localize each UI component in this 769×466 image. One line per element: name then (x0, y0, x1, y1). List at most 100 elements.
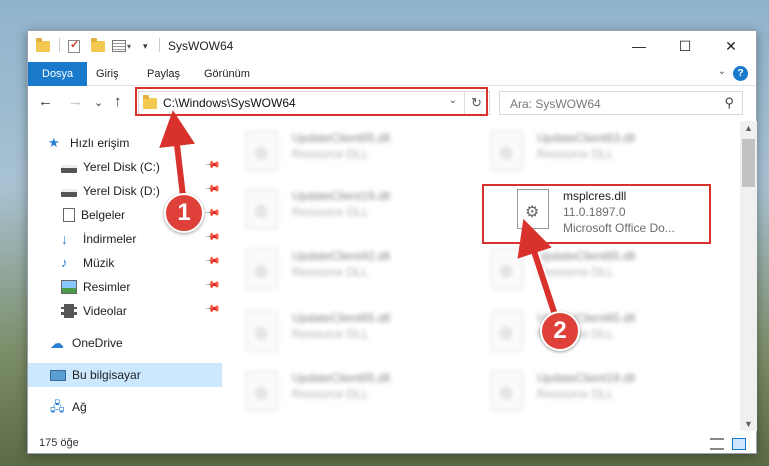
music-icon: ♪ (61, 255, 68, 270)
sidebar-item-label: Yerel Disk (D:) (83, 184, 160, 198)
dll-file-icon (491, 371, 523, 411)
file-name: UpdateClient65.dll (292, 371, 391, 385)
sidebar-item-local-disk-c[interactable]: Yerel Disk (C:) 📌 (28, 155, 222, 179)
sidebar-item-music[interactable]: ♪ Müzik 📌 (28, 251, 222, 275)
computer-icon (50, 369, 66, 381)
vertical-scrollbar[interactable]: ▲ ▼ (740, 121, 757, 431)
file-type: Resource DLL (537, 265, 614, 279)
videos-icon (61, 304, 77, 318)
customize-toolbar-icon[interactable]: ▾ (143, 38, 148, 54)
divider (59, 38, 60, 52)
pin-icon[interactable]: 📌 (204, 301, 221, 318)
maximize-button[interactable]: ☐ (662, 31, 708, 61)
dll-file-icon (491, 131, 523, 171)
pin-icon[interactable]: 📌 (204, 157, 221, 174)
navigation-pane: ★ Hızlı erişim Yerel Disk (C:) 📌 Yerel D… (28, 125, 222, 425)
sidebar-item-label: Hızlı erişim (70, 136, 130, 150)
properties-icon[interactable] (112, 38, 126, 54)
download-icon: ↓ (61, 231, 68, 247)
forward-button[interactable]: → (68, 93, 83, 110)
file-type: Resource DLL (292, 205, 369, 219)
file-list: UpdateClient65.dll Resource DLL UpdateCl… (222, 121, 740, 431)
file-type: Resource DLL (292, 327, 369, 341)
search-box[interactable]: Ara: SysWOW64 ⚲ (499, 91, 743, 115)
file-tile[interactable]: UpdateClient19.dll Resource DLL (487, 365, 707, 417)
file-tile[interactable]: UpdateClient63.dll Resource DLL (487, 125, 707, 177)
file-tile[interactable]: UpdateClient42.dll Resource DLL (242, 243, 462, 295)
file-tile[interactable]: UpdateClient65.dll Resource DLL (242, 365, 462, 417)
drive-icon (61, 164, 77, 173)
scroll-down-icon[interactable]: ▼ (744, 419, 753, 429)
window-title: SysWOW64 (168, 39, 234, 53)
dll-file-icon (491, 311, 523, 351)
sidebar-item-pictures[interactable]: Resimler 📌 (28, 275, 222, 299)
dll-file-icon (246, 311, 278, 351)
sidebar-item-label: Yerel Disk (C:) (83, 160, 160, 174)
back-button[interactable]: ← (38, 93, 53, 110)
sidebar-item-quick-access[interactable]: ★ Hızlı erişim (28, 131, 222, 155)
sidebar-item-label: Belgeler (81, 208, 126, 222)
scroll-up-icon[interactable]: ▲ (744, 123, 753, 133)
file-name: UpdateClient65.dll (292, 311, 391, 325)
file-tile[interactable]: UpdateClient65.dll Resource DLL (242, 305, 462, 357)
properties-check-icon[interactable] (68, 38, 80, 54)
file-tile[interactable]: UpdateClient65.dll Resource DLL (487, 305, 707, 357)
scroll-thumb[interactable] (742, 139, 755, 187)
sidebar-item-videos[interactable]: Videolar 📌 (28, 299, 222, 323)
dll-file-icon (246, 249, 278, 289)
step-1-callout: 1 (164, 193, 204, 233)
expand-ribbon-icon[interactable]: ⌄ (718, 66, 726, 77)
drive-icon (61, 188, 77, 197)
up-button[interactable]: ↑ (114, 93, 122, 110)
tab-view[interactable]: Görünüm (204, 62, 250, 86)
search-input[interactable]: Ara: SysWOW64 (510, 97, 601, 111)
star-icon: ★ (48, 135, 60, 150)
cloud-icon: ☁ (50, 335, 64, 351)
sidebar-item-label: Ağ (72, 400, 87, 414)
sidebar-item-label: Resimler (83, 280, 131, 294)
sidebar-item-label: Bu bilgisayar (72, 368, 141, 382)
file-type: Resource DLL (537, 387, 614, 401)
sidebar-item-onedrive[interactable]: ☁ OneDrive (28, 331, 222, 355)
new-folder-icon[interactable] (91, 37, 105, 54)
pin-icon[interactable]: 📌 (204, 253, 221, 270)
file-name: UpdateClient63.dll (537, 131, 636, 145)
address-highlight-box (135, 87, 488, 116)
file-type: Resource DLL (537, 147, 614, 161)
file-tile[interactable]: UpdateClient19.dll Resource DLL (242, 183, 462, 235)
network-icon: 🖧 (50, 399, 65, 414)
title-bar: ▾ ▾ SysWOW64 — ☐ ✕ (28, 31, 756, 61)
search-icon: ⚲ (724, 95, 734, 110)
pictures-icon (61, 280, 77, 294)
sidebar-item-label: OneDrive (72, 336, 123, 350)
folder-icon (36, 37, 50, 54)
dropdown-icon[interactable]: ▾ (127, 38, 131, 54)
file-name: UpdateClient19.dll (292, 189, 391, 203)
pin-icon[interactable]: 📌 (204, 277, 221, 294)
sidebar-item-network[interactable]: 🖧 Ağ (28, 395, 222, 419)
minimize-button[interactable]: — (616, 31, 662, 61)
tab-file[interactable]: Dosya (28, 62, 88, 86)
file-tile[interactable]: UpdateClient65.dll Resource DLL (242, 125, 462, 177)
tab-home[interactable]: Giriş (96, 62, 119, 86)
close-button[interactable]: ✕ (708, 31, 754, 61)
pin-icon[interactable]: 📌 (204, 229, 221, 246)
divider (159, 38, 160, 52)
file-name: UpdateClient65.dll (292, 131, 391, 145)
pin-icon[interactable]: 📌 (204, 205, 221, 222)
pin-icon[interactable]: 📌 (204, 181, 221, 198)
sidebar-item-this-pc[interactable]: Bu bilgisayar (28, 363, 222, 387)
file-type: Resource DLL (292, 387, 369, 401)
tab-share[interactable]: Paylaş (147, 62, 180, 86)
details-view-icon[interactable] (710, 438, 724, 450)
recent-locations-button[interactable]: ⌄ (94, 96, 103, 109)
help-icon[interactable]: ? (733, 66, 748, 81)
file-tile[interactable]: UpdateClient65.dll Resource DLL (487, 243, 707, 295)
step-2-callout: 2 (540, 311, 580, 351)
item-count: 175 öğe (39, 437, 79, 449)
dll-file-icon (246, 371, 278, 411)
dll-file-icon (246, 189, 278, 229)
ribbon-tabs: Dosya Giriş Paylaş Görünüm ⌄ ? (28, 62, 756, 86)
status-bar: 175 öğe (28, 433, 756, 455)
tiles-view-icon[interactable] (732, 438, 746, 450)
